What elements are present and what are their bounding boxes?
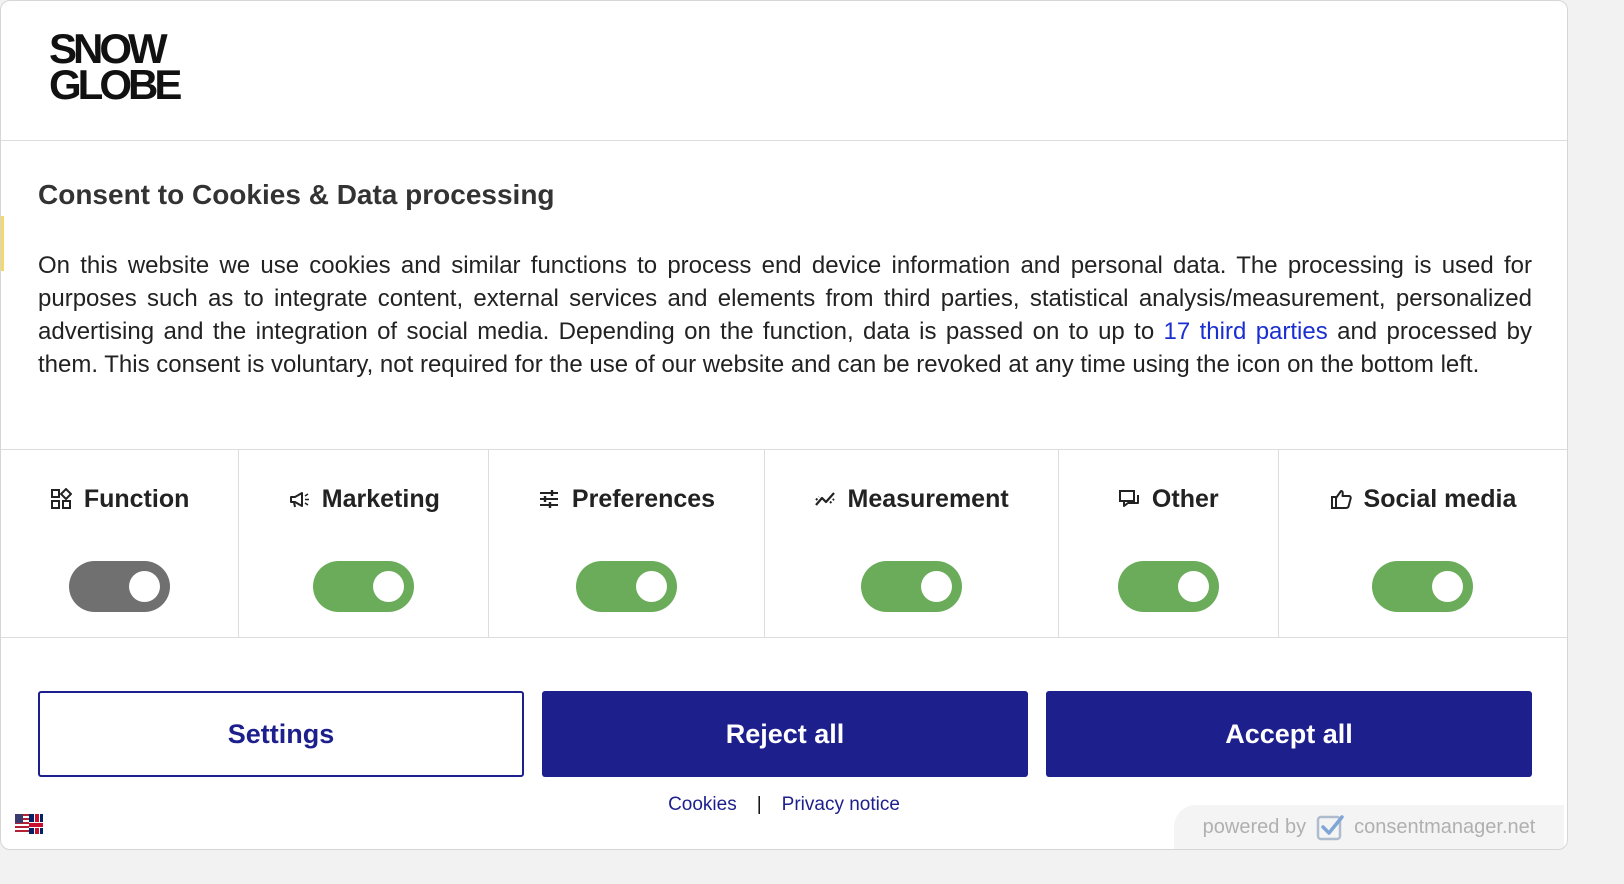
toggle-knob [129, 571, 161, 602]
chart-icon [814, 492, 835, 506]
link-separator: | [756, 794, 762, 815]
settings-button[interactable]: Settings [38, 691, 524, 777]
function-icon [50, 488, 72, 509]
privacy-notice-link[interactable]: Privacy notice [782, 794, 900, 815]
toggle-marketing[interactable] [313, 561, 415, 612]
consent-dialog: SNOW GLOBE Consent to Cookies & Data pro… [0, 0, 1568, 850]
toggle-function[interactable] [69, 561, 171, 612]
toggle-knob [636, 571, 667, 602]
logo-line-2: GLOBE [49, 61, 182, 108]
reject-all-button[interactable]: Reject all [542, 691, 1028, 777]
scroll-indicator [1, 216, 4, 271]
consent-description: On this website we use cookies and simil… [38, 249, 1532, 381]
toggle-preferences[interactable] [576, 561, 677, 612]
accept-all-button[interactable]: Accept all [1046, 691, 1532, 777]
toggle-knob [920, 571, 952, 602]
language-flag-icon[interactable] [15, 814, 43, 834]
powered-by-badge[interactable]: powered by consentmanager.net [1174, 805, 1564, 849]
megaphone-icon [289, 492, 309, 508]
toggle-knob [1432, 571, 1464, 602]
powered-by-text: powered by [1202, 815, 1307, 838]
cookies-link[interactable]: Cookies [668, 794, 737, 815]
consentmanager-check-icon [1316, 815, 1344, 841]
sliders-icon [539, 490, 558, 508]
toggle-other[interactable] [1117, 561, 1219, 612]
purpose-label-function: Function [83, 484, 190, 513]
purpose-label-other: Other [1151, 484, 1219, 513]
purpose-social-media: Social media [1279, 450, 1567, 637]
purpose-label-preferences: Preferences [571, 484, 716, 513]
purpose-preferences: Preferences [489, 450, 765, 637]
toggle-knob [373, 571, 405, 602]
purpose-function: Function [1, 450, 240, 637]
dialog-title: Consent to Cookies & Data processing [38, 179, 555, 210]
toggle-knob [1177, 571, 1209, 602]
purpose-label-social-media: Social media [1363, 484, 1517, 513]
brand-logo: SNOW GLOBE [49, 28, 182, 108]
toggle-measurement[interactable] [860, 561, 962, 612]
purpose-measurement: Measurement [765, 450, 1059, 637]
purpose-other: Other [1059, 450, 1279, 637]
dialog-header: SNOW GLOBE [1, 1, 1567, 141]
purpose-toggles: Function Marketing Preferences Measureme… [1, 449, 1567, 638]
purpose-marketing: Marketing [239, 450, 490, 637]
third-parties-link[interactable]: 17 third parties [1164, 318, 1328, 345]
chat-icon [1118, 490, 1139, 507]
thumbs-up-icon [1330, 490, 1352, 509]
purpose-label-measurement: Measurement [847, 484, 1009, 513]
purpose-label-marketing: Marketing [321, 484, 440, 513]
consentmanager-brand: consentmanager.net [1354, 815, 1536, 838]
toggle-social-media[interactable] [1372, 561, 1474, 612]
